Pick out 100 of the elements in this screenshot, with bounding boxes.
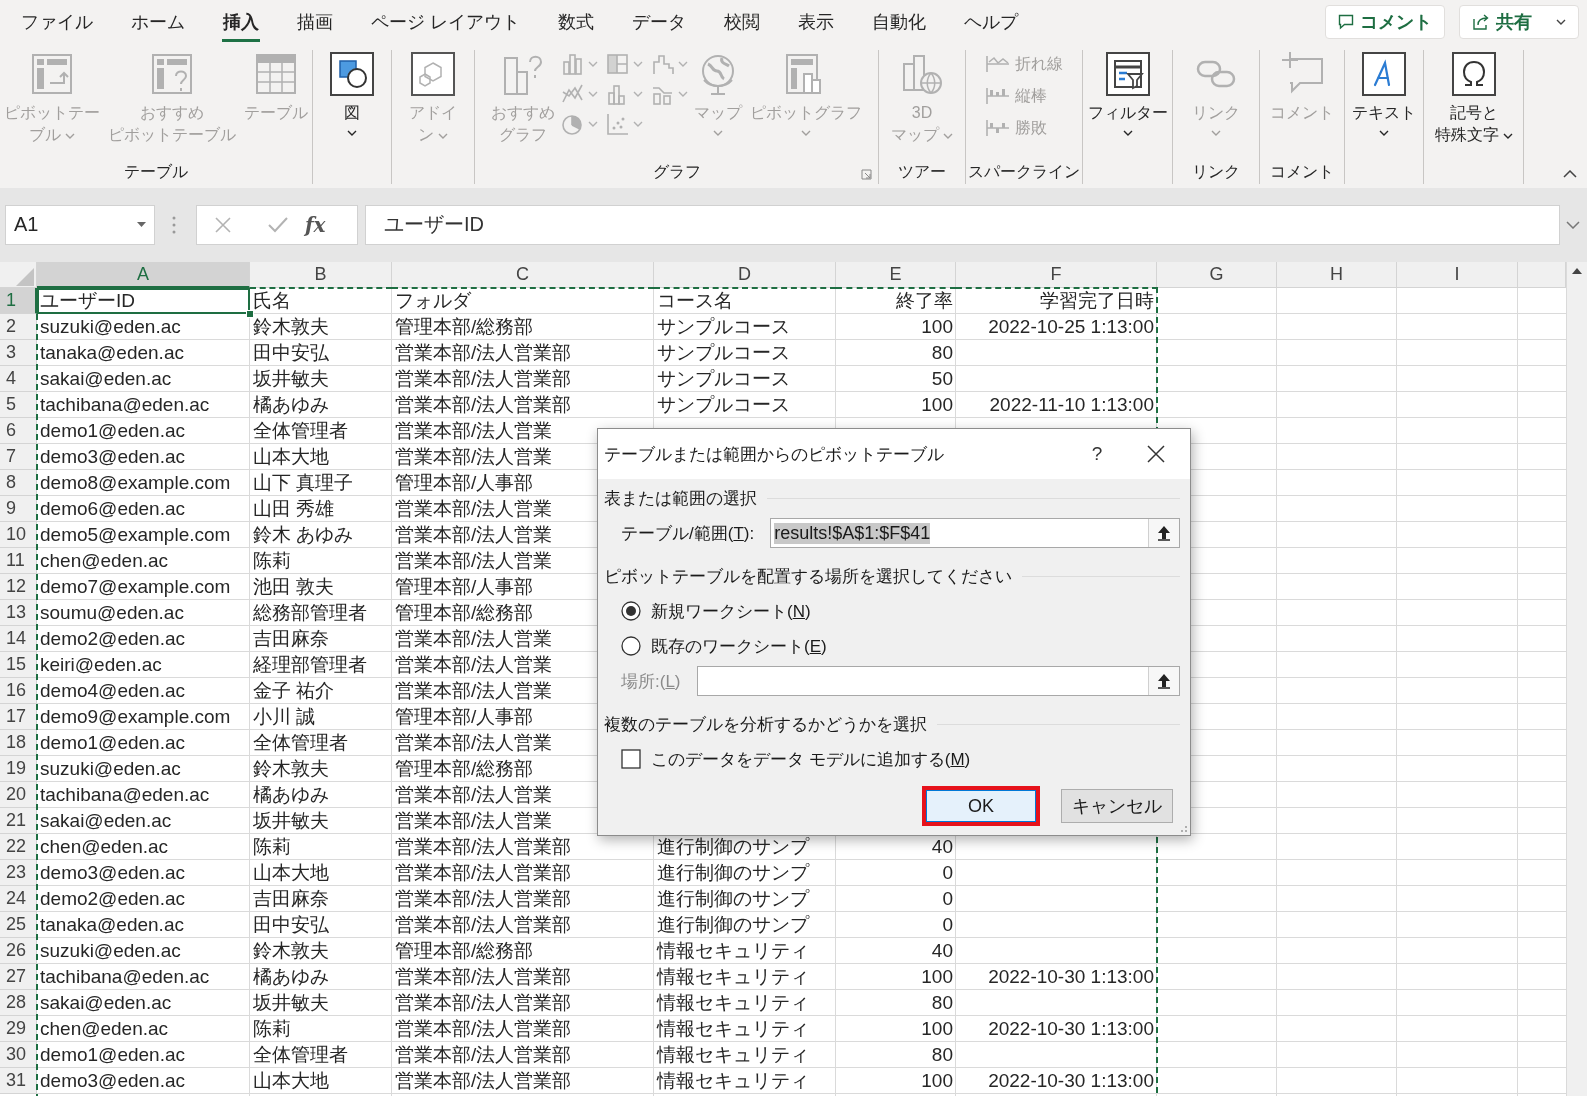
collapse-button[interactable]: [1148, 667, 1179, 695]
row-header[interactable]: 31: [0, 1068, 37, 1094]
select-all-icon[interactable]: [16, 267, 34, 286]
row-header[interactable]: 17: [0, 704, 37, 730]
cell-text: 100: [921, 1069, 953, 1093]
field-label: 場所:(L): [620, 670, 681, 693]
group-label: テーブル: [124, 163, 188, 180]
row-header[interactable]: 13: [0, 600, 37, 626]
dialog-launcher-icon[interactable]: [861, 169, 872, 180]
chevron-down-icon[interactable]: [1566, 220, 1580, 229]
ribbon-tab[interactable]: 数式: [539, 0, 613, 44]
scatter-chart-icon: [606, 112, 630, 136]
close-icon[interactable]: [1146, 444, 1166, 464]
cancel-button[interactable]: キャンセル: [1061, 789, 1173, 823]
formula-field[interactable]: ユーザーID: [365, 204, 1560, 245]
column-header[interactable]: C: [392, 262, 654, 288]
radio-button[interactable]: [621, 601, 641, 621]
cell-text: suzuki@eden.ac: [40, 939, 181, 963]
row-header[interactable]: 16: [0, 678, 37, 704]
row-header[interactable]: 10: [0, 522, 37, 548]
column-header[interactable]: I: [1397, 262, 1518, 288]
vertical-scrollbar[interactable]: [1566, 262, 1587, 1096]
cell-text: 進行制御のサンプ: [657, 835, 809, 859]
ribbon-button[interactable]: 記号と 特殊文字: [1432, 50, 1515, 146]
radio-button[interactable]: [621, 636, 641, 656]
row-header[interactable]: 24: [0, 886, 37, 912]
ribbon-tab[interactable]: 校閲: [705, 0, 779, 44]
ok-button[interactable]: OK: [925, 789, 1037, 823]
cell-text: 管理本部/人事部: [395, 705, 534, 729]
row-header[interactable]: 29: [0, 1016, 37, 1042]
column-header[interactable]: G: [1157, 262, 1277, 288]
row-header[interactable]: 1: [0, 288, 37, 314]
ribbon-tab[interactable]: 表示: [779, 0, 853, 44]
row-header[interactable]: 30: [0, 1042, 37, 1068]
column-header[interactable]: A: [37, 262, 250, 288]
cell-text: demo4@eden.ac: [40, 679, 185, 703]
row-header[interactable]: 23: [0, 860, 37, 886]
row-header[interactable]: 28: [0, 990, 37, 1016]
ribbon-button[interactable]: 図: [326, 50, 378, 136]
selected-cell[interactable]: ユーザーID: [37, 288, 250, 314]
column-header[interactable]: E: [836, 262, 956, 288]
row-header[interactable]: 11: [0, 548, 37, 574]
column-header[interactable]: D: [654, 262, 836, 288]
row-header[interactable]: 26: [0, 938, 37, 964]
cell-text: 0: [942, 887, 953, 911]
row-header[interactable]: 7: [0, 444, 37, 470]
row-header[interactable]: 9: [0, 496, 37, 522]
row-header[interactable]: 8: [0, 470, 37, 496]
row-header[interactable]: 12: [0, 574, 37, 600]
row-header[interactable]: 18: [0, 730, 37, 756]
cell-text: 小川 誠: [253, 705, 316, 729]
row-header[interactable]: 22: [0, 834, 37, 860]
ribbon-tab[interactable]: 描画: [278, 0, 352, 44]
row-header[interactable]: 2: [0, 314, 37, 340]
row-header[interactable]: 15: [0, 652, 37, 678]
column-header[interactable]: H: [1277, 262, 1397, 288]
option-label[interactable]: このデータをデータ モデルに追加する(M): [651, 747, 971, 771]
row-header[interactable]: 6: [0, 418, 37, 444]
share-button[interactable]: 共有: [1459, 5, 1579, 39]
row-header[interactable]: 4: [0, 366, 37, 392]
ribbon-tab[interactable]: データ: [613, 0, 705, 44]
input-field[interactable]: [696, 666, 1180, 696]
checkbox[interactable]: [621, 749, 641, 769]
row-header[interactable]: 5: [0, 392, 37, 418]
chevron-down-icon: [588, 61, 598, 67]
sparkline-win-loss-icon: [985, 118, 1011, 138]
insert-function-button[interactable]: fx: [305, 212, 326, 237]
cell-text: 鈴木敦夫: [253, 757, 329, 781]
fill-handle[interactable]: [246, 310, 254, 318]
ribbon-tab[interactable]: ヘルプ: [945, 0, 1037, 44]
ribbon-tab[interactable]: ホーム: [112, 0, 204, 44]
row-header[interactable]: 27: [0, 964, 37, 990]
ribbon-button[interactable]: フィルター: [1085, 50, 1170, 136]
row-header[interactable]: 3: [0, 340, 37, 366]
help-button[interactable]: ?: [1082, 443, 1112, 465]
option-label[interactable]: 既存のワークシート(E): [651, 634, 827, 658]
comment-button[interactable]: コメント: [1325, 5, 1445, 39]
name-box[interactable]: A1: [5, 204, 155, 245]
column-header[interactable]: F: [956, 262, 1157, 288]
row-header[interactable]: 19: [0, 756, 37, 782]
column-header[interactable]: B: [250, 262, 392, 288]
chevron-down-icon: [588, 121, 598, 127]
cell-text: soumu@eden.ac: [40, 601, 184, 625]
chevron-up-icon[interactable]: [1563, 170, 1577, 178]
option-label[interactable]: 新規ワークシート(N): [651, 599, 811, 623]
row-header[interactable]: 25: [0, 912, 37, 938]
cell-text: 陈莉: [253, 835, 291, 859]
ribbon-tab[interactable]: 自動化: [853, 0, 945, 44]
row-header[interactable]: 14: [0, 626, 37, 652]
cell-text: 2022-10-30 1:13:00: [988, 1069, 1154, 1093]
row-header[interactable]: 21: [0, 808, 37, 834]
input-field[interactable]: results!$A$1:$F$41: [770, 518, 1180, 548]
collapse-button[interactable]: [1148, 519, 1179, 547]
ribbon-tab[interactable]: ファイル: [2, 0, 112, 44]
cell-text: demo5@example.com: [40, 523, 231, 547]
section-heading: ピボットテーブルを配置する場所を選択してください: [604, 565, 1012, 588]
ribbon-tab[interactable]: ページ レイアウト: [352, 0, 539, 44]
ribbon-button[interactable]: テキスト: [1350, 50, 1418, 136]
row-header[interactable]: 20: [0, 782, 37, 808]
column-header[interactable]: [1518, 262, 1566, 288]
